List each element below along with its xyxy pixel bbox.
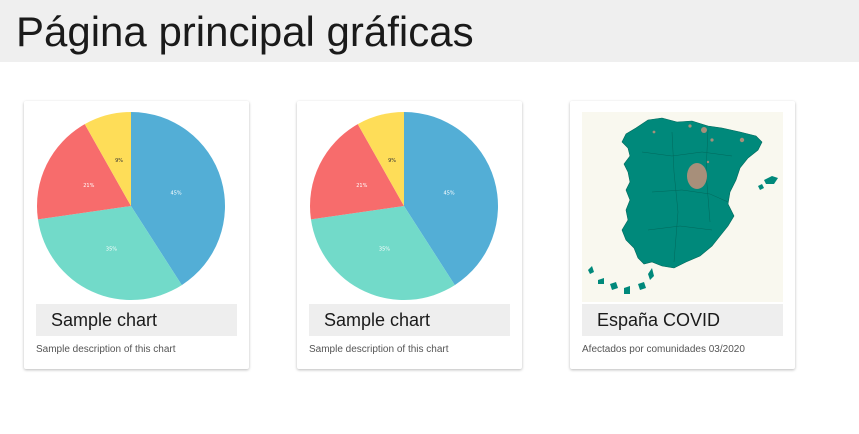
pie-data-label: 35% [106, 246, 117, 252]
card-description: Afectados por comunidades 03/2020 [582, 344, 745, 355]
pie-data-label: 9% [115, 158, 123, 164]
card-caption-bar: Sample chart [36, 304, 237, 336]
pie-data-label: 45% [444, 190, 455, 196]
pie-data-label: 45% [171, 190, 182, 196]
page-header: Página principal gráficas [0, 0, 859, 62]
madrid-bubble [687, 163, 707, 189]
card-description: Sample description of this chart [36, 344, 176, 355]
pie-data-label: 21% [356, 183, 367, 189]
pie-chart-2: 45% 35% 21% 9% [310, 112, 498, 300]
pie-data-label: 35% [379, 246, 390, 252]
pie-data-label: 9% [388, 158, 396, 164]
card-caption-bar: Sample chart [309, 304, 510, 336]
card-caption: Sample chart [51, 310, 158, 330]
card-caption-bar: España COVID [582, 304, 783, 336]
card-caption: España COVID [597, 310, 721, 330]
pie-data-label: 21% [83, 183, 94, 189]
pie-chart-1: 45% 35% 21% 9% [37, 112, 225, 300]
chart-card-2[interactable]: 45% 35% 21% 9% Sample chart Sample descript… [297, 101, 522, 369]
chart-card-1[interactable]: 45% 35% 21% 9% Sample chart Sample descript… [24, 101, 249, 369]
card-caption: Sample chart [324, 310, 431, 330]
page-title: Página principal gráficas [16, 8, 474, 55]
map-card[interactable]: España COVID Afectados por comunidades 0… [570, 101, 795, 369]
card-description: Sample description of this chart [309, 344, 449, 355]
spain-covid-map [582, 112, 783, 302]
